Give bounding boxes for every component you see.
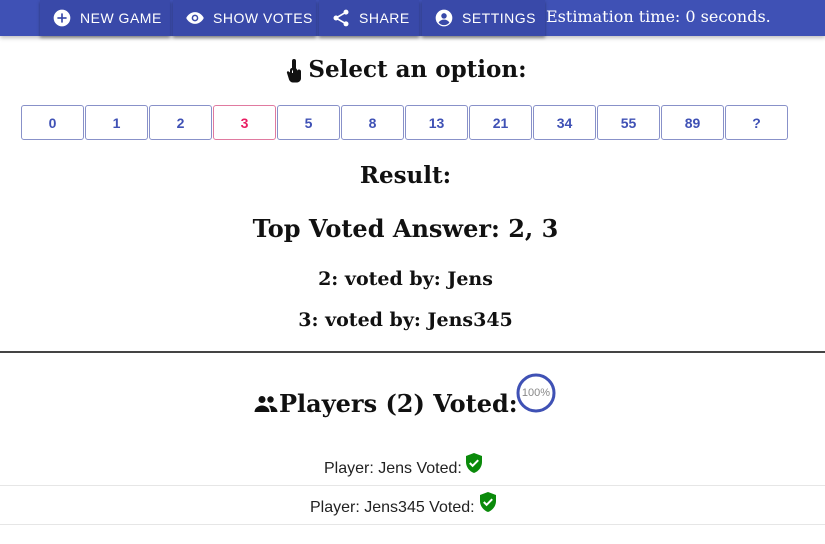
estimate-card[interactable]: 55 bbox=[597, 105, 660, 140]
players-heading: Players (2) Voted: bbox=[254, 389, 518, 418]
settings-button[interactable]: SETTINGS bbox=[422, 0, 545, 36]
estimate-card[interactable]: 3 bbox=[213, 105, 276, 140]
share-label: SHARE bbox=[359, 10, 410, 26]
show-votes-button[interactable]: SHOW VOTES bbox=[173, 0, 316, 36]
select-option-title: Select an option: bbox=[308, 56, 527, 83]
people-icon bbox=[254, 395, 278, 412]
select-option-heading: Select an option: bbox=[0, 56, 811, 83]
vote-progress-label: 100% bbox=[521, 387, 551, 399]
players-title: Players (2) Voted: bbox=[279, 389, 518, 418]
estimate-card[interactable]: 8 bbox=[341, 105, 404, 140]
estimate-card[interactable]: 2 bbox=[149, 105, 212, 140]
share-button[interactable]: SHARE bbox=[319, 0, 419, 36]
verified-shield-icon bbox=[480, 492, 496, 512]
result-heading: Result: bbox=[359, 162, 452, 189]
settings-label: SETTINGS bbox=[462, 10, 537, 26]
player-row: Player: Jens Voted: bbox=[0, 447, 825, 486]
estimate-card[interactable]: 89 bbox=[661, 105, 724, 140]
estimation-time: Estimation time: 0 seconds. bbox=[546, 7, 771, 26]
player-row-label: Player: Jens Voted: bbox=[324, 460, 462, 477]
vote-summary-line: 3: voted by: Jens345 bbox=[298, 309, 513, 331]
share-icon bbox=[333, 9, 349, 27]
plus-circle-icon bbox=[53, 9, 71, 27]
estimate-card[interactable]: 0 bbox=[21, 105, 84, 140]
top-app-bar: NEW GAME SHOW VOTES SHARE SETTINGS Estim… bbox=[0, 0, 825, 36]
new-game-label: NEW GAME bbox=[80, 10, 162, 26]
touch-app-icon bbox=[287, 58, 302, 82]
player-row-label: Player: Jens345 Voted: bbox=[310, 499, 475, 516]
verified-shield-icon bbox=[466, 453, 482, 473]
new-game-button[interactable]: NEW GAME bbox=[40, 0, 170, 36]
eye-icon bbox=[186, 12, 204, 24]
show-votes-label: SHOW VOTES bbox=[213, 10, 313, 26]
estimate-card[interactable]: 1 bbox=[85, 105, 148, 140]
player-row: Player: Jens345 Voted: bbox=[0, 486, 825, 525]
estimate-card[interactable]: 5 bbox=[277, 105, 340, 140]
estimate-card[interactable]: 13 bbox=[405, 105, 468, 140]
estimate-card[interactable]: 34 bbox=[533, 105, 596, 140]
estimate-card[interactable]: 21 bbox=[469, 105, 532, 140]
top-voted-answer: Top Voted Answer: 2, 3 bbox=[252, 214, 559, 243]
account-circle-icon bbox=[435, 9, 453, 27]
estimate-card[interactable]: ? bbox=[725, 105, 788, 140]
section-divider bbox=[0, 351, 825, 353]
vote-summary-line: 2: voted by: Jens bbox=[318, 268, 493, 290]
